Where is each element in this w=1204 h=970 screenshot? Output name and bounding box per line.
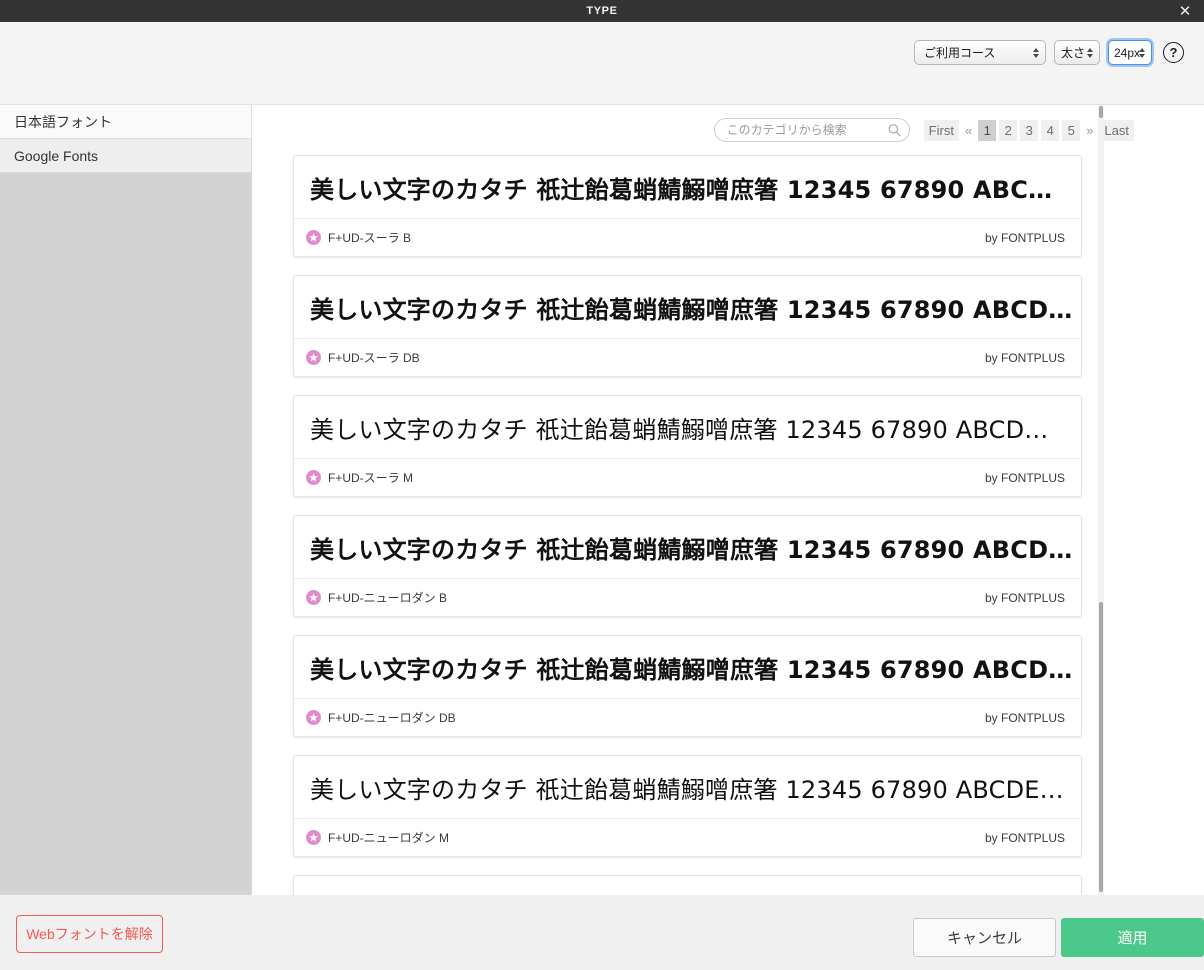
- font-list: 美しい文字のカタチ 祇辻飴葛蛸鯖鰯噌庶箸 12345 67890 ABC… F+…: [252, 155, 1204, 895]
- font-sample-text: 美しい文字のカタチ 祇辻飴葛蛸鯖鰯噌庶箸 12345 67890 ABCD…: [310, 295, 1073, 324]
- pagination-last[interactable]: Last: [1099, 119, 1134, 141]
- favorite-star-icon[interactable]: [306, 710, 321, 725]
- font-name: F+UD-スーラ DB: [328, 351, 420, 365]
- font-sample-text: [294, 876, 1081, 895]
- close-icon[interactable]: ✕: [1172, 0, 1198, 22]
- pagination-prev[interactable]: «: [962, 120, 975, 141]
- apply-button[interactable]: 適用: [1061, 918, 1204, 957]
- font-card-meta: F+UD-スーラ DB by FONTPLUS: [294, 338, 1081, 376]
- font-name: F+UD-ニューロダン M: [328, 831, 449, 845]
- font-card-meta: F+UD-スーラ M by FONTPLUS: [294, 458, 1081, 496]
- favorite-star-icon[interactable]: [306, 230, 321, 245]
- window-titlebar: TYPE ✕: [0, 0, 1204, 22]
- font-vendor: by FONTPLUS: [984, 350, 1065, 365]
- font-card[interactable]: 美しい文字のカタチ 祇辻飴葛蛸鯖鰯噌庶箸 12345 67890 ABC… F+…: [293, 155, 1082, 257]
- pagination-page-5[interactable]: 5: [1062, 119, 1081, 141]
- sidebar-item-label: 日本語フォント: [14, 113, 112, 130]
- font-sample-text: 美しい文字のカタチ 祇辻飴葛蛸鯖鰯噌庶箸 12345 67890 ABCD…: [310, 415, 1049, 444]
- weight-select-value: 太さ: [1061, 46, 1086, 60]
- font-card[interactable]: 美しい文字のカタチ 祇辻飴葛蛸鯖鰯噌庶箸 12345 67890 ABCD… F…: [293, 275, 1082, 377]
- course-select-value: ご利用コース: [924, 46, 996, 60]
- content-scrollbar-thumb[interactable]: [1099, 602, 1103, 892]
- chevron-updown-icon: [1032, 46, 1039, 60]
- font-name-group: F+UD-ニューロダン B: [306, 589, 447, 606]
- chevron-updown-icon: [1086, 46, 1093, 60]
- favorite-star-icon[interactable]: [306, 350, 321, 365]
- release-webfont-button[interactable]: Webフォントを解除: [16, 915, 163, 953]
- font-name: F+UD-スーラ M: [328, 471, 413, 485]
- font-card[interactable]: 美しい文字のカタチ 祇辻飴葛蛸鯖鰯噌庶箸 12345 67890 ABCD… F…: [293, 635, 1082, 737]
- sidebar-item-japanese-fonts[interactable]: 日本語フォント: [0, 105, 251, 139]
- search-input[interactable]: [714, 119, 909, 141]
- help-icon[interactable]: ?: [1163, 42, 1184, 63]
- pagination-first[interactable]: First: [923, 119, 959, 141]
- window-title: TYPE: [586, 5, 618, 17]
- size-select[interactable]: 24px: [1108, 40, 1152, 65]
- font-vendor: by FONTPLUS: [984, 590, 1065, 605]
- search-icon: [888, 124, 901, 137]
- font-name-group: F+UD-スーラ B: [306, 229, 411, 246]
- font-name-group: F+UD-ニューロダン M: [306, 829, 449, 846]
- content-scrollbar-thumb-top[interactable]: [1099, 106, 1103, 118]
- sidebar-item-label: Google Fonts: [14, 147, 99, 164]
- sidebar: 日本語フォント Google Fonts: [0, 105, 252, 895]
- pagination-next[interactable]: »: [1083, 120, 1096, 141]
- font-name: F+UD-ニューロダン DB: [328, 711, 456, 725]
- footer: Webフォントを解除 キャンセル 適用: [0, 895, 1204, 970]
- weight-select[interactable]: 太さ: [1054, 40, 1100, 65]
- pagination-page-1[interactable]: 1: [978, 119, 997, 141]
- toolbar: ご利用コース 太さ 24px ?: [0, 22, 1204, 105]
- font-vendor: by FONTPLUS: [984, 230, 1065, 245]
- pagination-page-4[interactable]: 4: [1041, 119, 1060, 141]
- size-select-value: 24px: [1114, 45, 1141, 60]
- font-vendor: by FONTPLUS: [984, 710, 1065, 725]
- cancel-button[interactable]: キャンセル: [913, 918, 1056, 957]
- font-vendor: by FONTPLUS: [984, 830, 1065, 845]
- favorite-star-icon[interactable]: [306, 590, 321, 605]
- font-card[interactable]: [293, 875, 1082, 895]
- font-card-meta: F+UD-ニューロダン B by FONTPLUS: [294, 578, 1081, 616]
- chevron-updown-icon: [1138, 46, 1145, 60]
- font-name: F+UD-スーラ B: [328, 231, 412, 245]
- font-vendor: by FONTPLUS: [984, 470, 1065, 485]
- font-sample-text: 美しい文字のカタチ 祇辻飴葛蛸鯖鰯噌庶箸 12345 67890 ABCD…: [310, 655, 1073, 684]
- font-name-group: F+UD-スーラ M: [306, 469, 413, 486]
- font-list-header: First « 1 2 3 4 5 » Last: [252, 105, 1204, 155]
- font-card-meta: F+UD-スーラ B by FONTPLUS: [294, 218, 1081, 256]
- favorite-star-icon[interactable]: [306, 470, 321, 485]
- font-sample-text: 美しい文字のカタチ 祇辻飴葛蛸鯖鰯噌庶箸 12345 67890 ABC…: [310, 175, 1053, 204]
- font-sample-text: 美しい文字のカタチ 祇辻飴葛蛸鯖鰯噌庶箸 12345 67890 ABCD…: [310, 535, 1073, 564]
- toolbar-controls: ご利用コース 太さ 24px ?: [914, 40, 1184, 65]
- font-list-panel: First « 1 2 3 4 5 » Last 美しい文字のカタチ 祇辻飴葛蛸…: [252, 105, 1204, 895]
- font-card-meta: F+UD-ニューロダン DB by FONTPLUS: [294, 698, 1081, 736]
- search-box[interactable]: [713, 118, 910, 142]
- font-name-group: F+UD-ニューロダン DB: [306, 709, 456, 726]
- font-card-meta: F+UD-ニューロダン M by FONTPLUS: [294, 818, 1081, 856]
- pagination-page-3[interactable]: 3: [1020, 119, 1039, 141]
- font-card[interactable]: 美しい文字のカタチ 祇辻飴葛蛸鯖鰯噌庶箸 12345 67890 ABCDE… …: [293, 755, 1082, 857]
- font-name: F+UD-ニューロダン B: [328, 591, 448, 605]
- font-name-group: F+UD-スーラ DB: [306, 349, 420, 366]
- type-font-picker-dialog: TYPE ✕ ご利用コース 太さ 24px ? 日本語フォント Google F…: [0, 0, 1204, 970]
- favorite-star-icon[interactable]: [306, 830, 321, 845]
- sidebar-item-google-fonts[interactable]: Google Fonts: [0, 139, 251, 173]
- font-sample-text: 美しい文字のカタチ 祇辻飴葛蛸鯖鰯噌庶箸 12345 67890 ABCDE…: [310, 775, 1064, 804]
- course-select[interactable]: ご利用コース: [914, 40, 1046, 65]
- font-card[interactable]: 美しい文字のカタチ 祇辻飴葛蛸鯖鰯噌庶箸 12345 67890 ABCD… F…: [293, 395, 1082, 497]
- pagination-page-2[interactable]: 2: [999, 119, 1018, 141]
- font-card[interactable]: 美しい文字のカタチ 祇辻飴葛蛸鯖鰯噌庶箸 12345 67890 ABCD… F…: [293, 515, 1082, 617]
